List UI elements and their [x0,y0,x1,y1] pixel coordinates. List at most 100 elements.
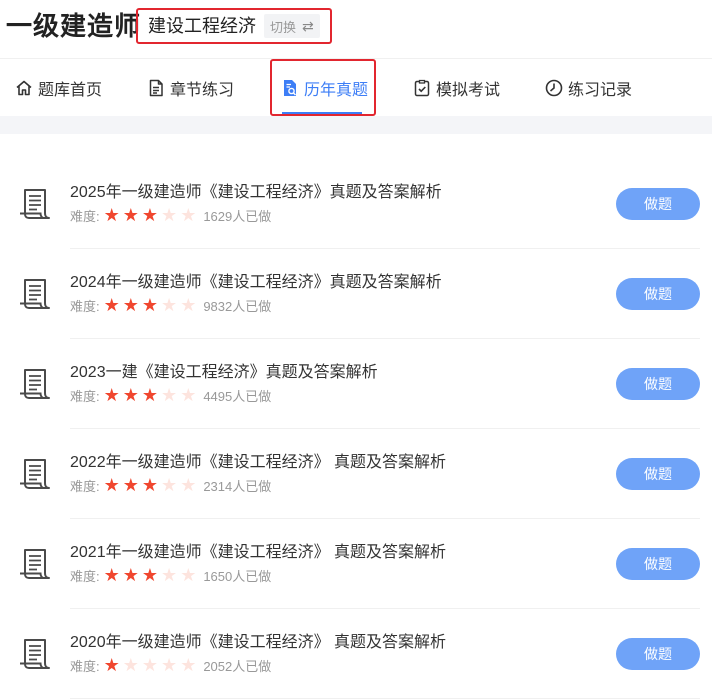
attempt-count: 9832人已做 [203,298,272,314]
paper-meta: 难度: ★ ★ ★ ★ ★ 4495人已做 [70,386,271,404]
header: 一级建造师 建设工程经济 切换 ⇄ [0,0,712,56]
star-empty-icon: ★ [161,565,178,585]
star-empty-icon: ★ [141,655,159,675]
paper-row: 2020年一级建造师《建设工程经济》 真题及答案解析 难度: ★ ★ ★ ★ ★ 205… [0,609,712,699]
start-practice-button[interactable]: 做题 [616,458,700,490]
start-practice-button[interactable]: 做题 [616,638,700,670]
scroll-document-icon [20,279,50,309]
star-empty-icon: ★ [161,655,178,675]
document-icon [149,79,163,97]
tab-chapter-practice[interactable]: 章节练习 [146,59,234,117]
star-empty-icon: ★ [161,385,178,405]
paper-row: 2024年一级建造师《建设工程经济》真题及答案解析 难度: ★ ★ ★ ★ ★ 9832… [0,249,712,339]
paper-title[interactable]: 2021年一级建造师《建设工程经济》 真题及答案解析 [70,543,446,563]
swap-icon: ⇄ [302,17,314,34]
home-icon [16,80,32,96]
star-filled-icon: ★ [141,565,159,585]
start-practice-button[interactable]: 做题 [616,548,700,580]
tab-home[interactable]: 题库首页 [14,59,102,117]
app-title: 一级建造师 [6,11,142,41]
difficulty-label: 难度: [70,388,100,404]
start-practice-button[interactable]: 做题 [616,278,700,310]
nav-tabs: 题库首页 章节练习 历年真题 模拟考试 练习记录 [0,58,712,116]
tab-label: 历年真题 [304,82,369,99]
star-filled-icon: ★ [141,475,159,495]
active-tab-underline [282,112,362,114]
difficulty-label: 难度: [70,658,100,674]
paper-meta: 难度: ★ ★ ★ ★ ★ 1650人已做 [70,566,271,584]
star-empty-icon: ★ [122,655,139,675]
attempt-count: 1650人已做 [203,568,272,584]
star-filled-icon: ★ [122,205,139,225]
tab-label: 题库首页 [38,82,103,99]
star-filled-icon: ★ [141,205,159,225]
difficulty-label: 难度: [70,478,100,494]
star-empty-icon: ★ [180,655,197,675]
paper-meta: 难度: ★ ★ ★ ★ ★ 2314人已做 [70,476,271,494]
scroll-document-icon [20,189,50,219]
section-separator [0,116,712,134]
star-filled-icon: ★ [103,565,120,585]
star-filled-icon: ★ [103,655,120,675]
paper-row: 2023一建《建设工程经济》真题及答案解析 难度: ★ ★ ★ ★ ★ 4495人已做 … [0,339,712,429]
difficulty-stars: ★ ★ ★ ★ ★ [104,656,200,674]
paper-row: 2025年一级建造师《建设工程经济》真题及答案解析 难度: ★ ★ ★ ★ ★ 1629… [0,159,712,249]
difficulty-stars: ★ ★ ★ ★ ★ [104,476,200,494]
star-empty-icon: ★ [161,475,178,495]
star-empty-icon: ★ [180,475,197,495]
star-filled-icon: ★ [103,385,120,405]
scroll-document-icon [20,459,50,489]
paper-meta: 难度: ★ ★ ★ ★ ★ 9832人已做 [70,296,271,314]
difficulty-label: 难度: [70,568,100,584]
difficulty-stars: ★ ★ ★ ★ ★ [104,386,200,404]
difficulty-stars: ★ ★ ★ ★ ★ [104,566,200,584]
tab-mock-exam[interactable]: 模拟考试 [412,59,500,117]
attempt-count: 2052人已做 [203,658,272,674]
scroll-document-icon [20,369,50,399]
tab-label: 模拟考试 [436,82,501,99]
difficulty-label: 难度: [70,298,100,314]
paper-title[interactable]: 2024年一级建造师《建设工程经济》真题及答案解析 [70,273,442,293]
star-empty-icon: ★ [180,295,197,315]
paper-meta: 难度: ★ ★ ★ ★ ★ 1629人已做 [70,206,271,224]
difficulty-stars: ★ ★ ★ ★ ★ [104,206,200,224]
star-filled-icon: ★ [122,295,139,315]
star-empty-icon: ★ [180,565,197,585]
subject-name: 建设工程经济 [148,16,256,36]
paper-title[interactable]: 2020年一级建造师《建设工程经济》 真题及答案解析 [70,633,446,653]
paper-search-icon [284,80,297,96]
star-filled-icon: ★ [103,205,120,225]
switch-label: 切换 [270,19,297,35]
tab-label: 章节练习 [170,82,235,99]
star-filled-icon: ★ [103,475,120,495]
paper-title[interactable]: 2023一建《建设工程经济》真题及答案解析 [70,363,378,383]
clock-record-icon [545,79,563,97]
star-empty-icon: ★ [180,205,197,225]
start-practice-button[interactable]: 做题 [616,368,700,400]
paper-title[interactable]: 2025年一级建造师《建设工程经济》真题及答案解析 [70,183,442,203]
tab-practice-record[interactable]: 练习记录 [544,59,632,117]
switch-subject-button[interactable]: 切换 ⇄ [264,14,320,38]
scroll-document-icon [20,639,50,669]
paper-meta: 难度: ★ ★ ★ ★ ★ 2052人已做 [70,656,271,674]
difficulty-label: 难度: [70,208,100,224]
start-practice-button[interactable]: 做题 [616,188,700,220]
paper-row: 2021年一级建造师《建设工程经济》 真题及答案解析 难度: ★ ★ ★ ★ ★ 165… [0,519,712,609]
attempt-count: 4495人已做 [203,388,272,404]
star-empty-icon: ★ [161,295,178,315]
star-filled-icon: ★ [122,565,139,585]
paper-row: 2022年一级建造师《建设工程经济》 真题及答案解析 难度: ★ ★ ★ ★ ★ 231… [0,429,712,519]
star-filled-icon: ★ [141,295,159,315]
attempt-count: 1629人已做 [203,208,272,224]
subject-selector[interactable]: 建设工程经济 切换 ⇄ [136,8,332,44]
checklist-icon [414,79,430,97]
paper-title[interactable]: 2022年一级建造师《建设工程经济》 真题及答案解析 [70,453,446,473]
star-filled-icon: ★ [122,475,139,495]
star-filled-icon: ★ [141,385,159,405]
tab-past-papers[interactable]: 历年真题 [280,59,368,117]
star-empty-icon: ★ [180,385,197,405]
star-filled-icon: ★ [103,295,120,315]
attempt-count: 2314人已做 [203,478,272,494]
star-filled-icon: ★ [122,385,139,405]
star-empty-icon: ★ [161,205,178,225]
